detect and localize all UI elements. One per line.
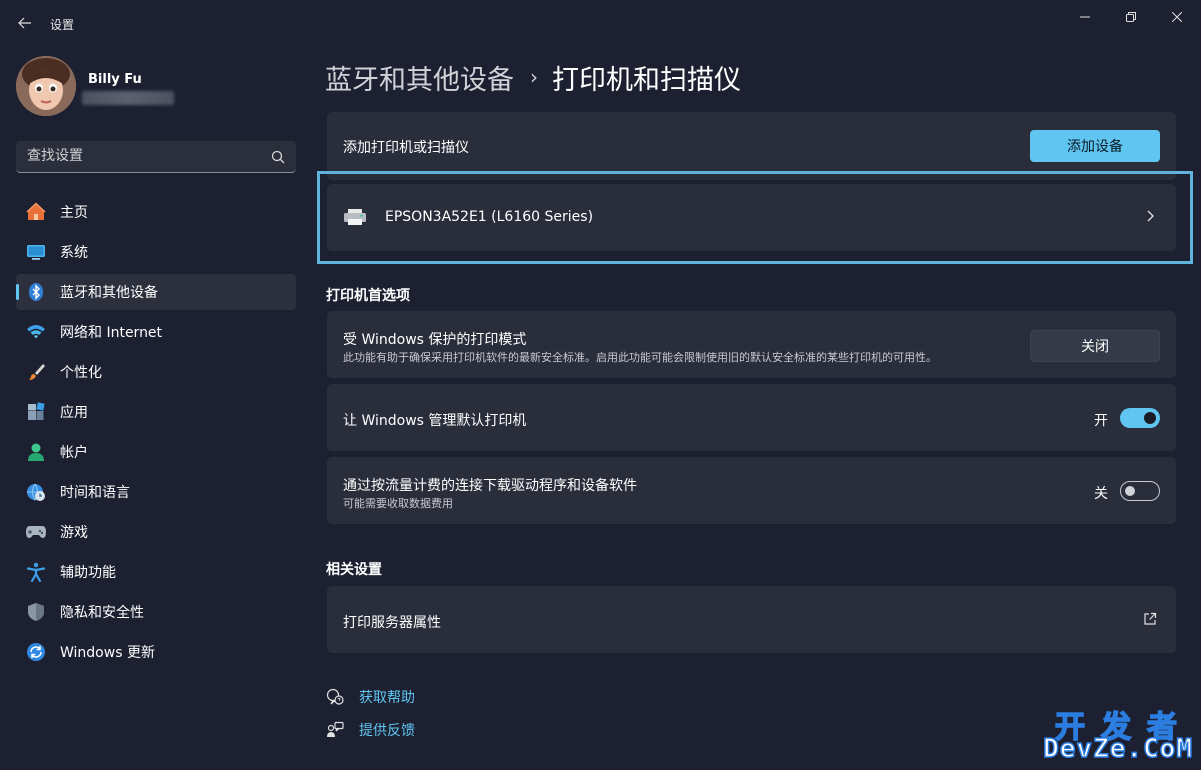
protected-print-mode-label: 受 Windows 保护的打印模式 bbox=[343, 332, 527, 348]
sidebar-item-accessibility[interactable]: 辅助功能 bbox=[16, 554, 296, 590]
printer-device-card[interactable]: EPSON3A52E1 (L6160 Series) bbox=[327, 184, 1176, 251]
printer-preferences-heading: 打印机首选项 bbox=[326, 288, 410, 304]
gamepad-icon bbox=[25, 521, 47, 543]
sidebar-item-label: 隐私和安全性 bbox=[60, 605, 144, 621]
get-help-link[interactable]: 获取帮助 bbox=[325, 686, 415, 708]
update-icon bbox=[25, 641, 47, 663]
manage-default-toggle[interactable] bbox=[1120, 408, 1160, 428]
close-button[interactable] bbox=[1154, 6, 1200, 28]
breadcrumb-parent[interactable]: 蓝牙和其他设备 bbox=[325, 58, 514, 97]
account-icon bbox=[25, 441, 47, 463]
external-link-icon bbox=[1143, 612, 1157, 630]
wifi-icon bbox=[25, 321, 47, 343]
sidebar-item-system[interactable]: 系统 bbox=[16, 234, 296, 270]
print-server-properties-card[interactable]: 打印服务器属性 bbox=[327, 586, 1176, 653]
metered-download-card: 通过按流量计费的连接下载驱动程序和设备软件 可能需要收取数据费用 关 bbox=[327, 457, 1176, 524]
sidebar-item-bluetooth-devices[interactable]: 蓝牙和其他设备 bbox=[16, 274, 296, 310]
sidebar-item-label: 时间和语言 bbox=[60, 485, 130, 501]
print-server-properties-label: 打印服务器属性 bbox=[343, 615, 441, 631]
sidebar-item-personalization[interactable]: 个性化 bbox=[16, 354, 296, 390]
back-arrow-icon bbox=[18, 17, 31, 29]
user-email-blurred bbox=[82, 91, 174, 105]
bluetooth-icon bbox=[25, 281, 47, 303]
sidebar-item-label: 系统 bbox=[60, 245, 88, 261]
feedback-icon bbox=[325, 720, 345, 740]
metered-download-label: 通过按流量计费的连接下载驱动程序和设备软件 bbox=[343, 478, 637, 494]
sidebar-item-network[interactable]: 网络和 Internet bbox=[16, 314, 296, 350]
add-device-button[interactable]: 添加设备 bbox=[1030, 130, 1160, 162]
sidebar-item-label: 个性化 bbox=[60, 365, 102, 381]
get-help-text[interactable]: 获取帮助 bbox=[359, 687, 415, 707]
sidebar-item-home[interactable]: 主页 bbox=[16, 194, 296, 230]
sidebar-item-label: 蓝牙和其他设备 bbox=[60, 285, 158, 301]
shield-icon bbox=[25, 601, 47, 623]
sidebar-item-label: 辅助功能 bbox=[60, 565, 116, 581]
sidebar-item-accounts[interactable]: 帐户 bbox=[16, 434, 296, 470]
sidebar-item-label: 网络和 Internet bbox=[60, 325, 163, 341]
search-input[interactable] bbox=[16, 141, 262, 171]
accessibility-icon bbox=[25, 561, 47, 583]
sidebar-item-label: Windows 更新 bbox=[60, 645, 155, 661]
sidebar-item-label: 主页 bbox=[60, 205, 88, 221]
apps-icon bbox=[25, 401, 47, 423]
help-chat-icon bbox=[325, 687, 345, 707]
search-box[interactable] bbox=[16, 141, 296, 173]
breadcrumb: 蓝牙和其他设备 › 打印机和扫描仪 bbox=[325, 58, 741, 96]
site-watermark: 开发者 DevZe.CoM bbox=[1037, 702, 1193, 766]
user-name: Billy Fu bbox=[88, 72, 142, 87]
avatar[interactable] bbox=[16, 56, 76, 116]
printer-device-name: EPSON3A52E1 (L6160 Series) bbox=[385, 209, 594, 225]
printer-icon bbox=[343, 208, 367, 230]
brush-icon bbox=[25, 361, 47, 383]
minimize-icon bbox=[1080, 16, 1090, 18]
chevron-right-icon bbox=[1145, 209, 1155, 227]
protected-print-mode-card: 受 Windows 保护的打印模式 此功能有助于确保采用打印机软件的最新安全标准… bbox=[327, 311, 1176, 378]
app-title: 设置 bbox=[50, 18, 75, 32]
metered-download-description: 可能需要收取数据费用 bbox=[343, 497, 453, 510]
system-icon bbox=[25, 241, 47, 263]
metered-download-state-text: 关 bbox=[1094, 486, 1108, 502]
title-bar: 设置 bbox=[0, 0, 1201, 46]
page-title: 打印机和扫描仪 bbox=[552, 64, 741, 96]
avatar-image-icon bbox=[16, 56, 76, 116]
protected-print-mode-description: 此功能有助于确保采用打印机软件的最新安全标准。启用此功能可能会限制使用旧的默认安… bbox=[343, 351, 937, 364]
sidebar-item-label: 帐户 bbox=[60, 445, 88, 461]
maximize-button[interactable] bbox=[1108, 6, 1154, 28]
manage-default-printer-card: 让 Windows 管理默认打印机 开 bbox=[327, 384, 1176, 451]
sidebar-item-label: 应用 bbox=[60, 405, 88, 421]
home-icon bbox=[25, 201, 47, 223]
metered-download-toggle[interactable] bbox=[1120, 481, 1160, 501]
give-feedback-link[interactable]: 提供反馈 bbox=[325, 719, 415, 741]
watermark-line2: DevZe.CoM bbox=[1042, 733, 1193, 765]
related-settings-heading: 相关设置 bbox=[326, 562, 382, 578]
user-profile[interactable]: Billy Fu bbox=[16, 56, 296, 120]
restore-icon bbox=[1126, 12, 1136, 22]
sidebar-item-gaming[interactable]: 游戏 bbox=[16, 514, 296, 550]
protected-print-mode-button[interactable]: 关闭 bbox=[1030, 330, 1160, 362]
close-icon bbox=[1172, 12, 1182, 22]
minimize-button[interactable] bbox=[1062, 6, 1108, 28]
globe-clock-icon bbox=[25, 481, 47, 503]
breadcrumb-separator: › bbox=[530, 65, 538, 89]
sidebar-item-apps[interactable]: 应用 bbox=[16, 394, 296, 430]
give-feedback-text[interactable]: 提供反馈 bbox=[359, 720, 415, 740]
sidebar-item-label: 游戏 bbox=[60, 525, 88, 541]
manage-default-printer-label: 让 Windows 管理默认打印机 bbox=[343, 413, 527, 429]
manage-default-state-text: 开 bbox=[1094, 413, 1108, 429]
add-printer-card: 添加打印机或扫描仪 添加设备 bbox=[327, 112, 1176, 180]
search-icon[interactable] bbox=[270, 149, 286, 165]
back-button[interactable] bbox=[14, 12, 36, 34]
sidebar-item-windows-update[interactable]: Windows 更新 bbox=[16, 634, 296, 670]
sidebar-item-time-language[interactable]: 时间和语言 bbox=[16, 474, 296, 510]
sidebar-item-privacy-security[interactable]: 隐私和安全性 bbox=[16, 594, 296, 630]
add-printer-label: 添加打印机或扫描仪 bbox=[343, 140, 469, 156]
sidebar-nav: 主页 系统 蓝牙和其他设备 网络和 Internet 个性化 应用 帐户 时间和… bbox=[16, 194, 296, 674]
